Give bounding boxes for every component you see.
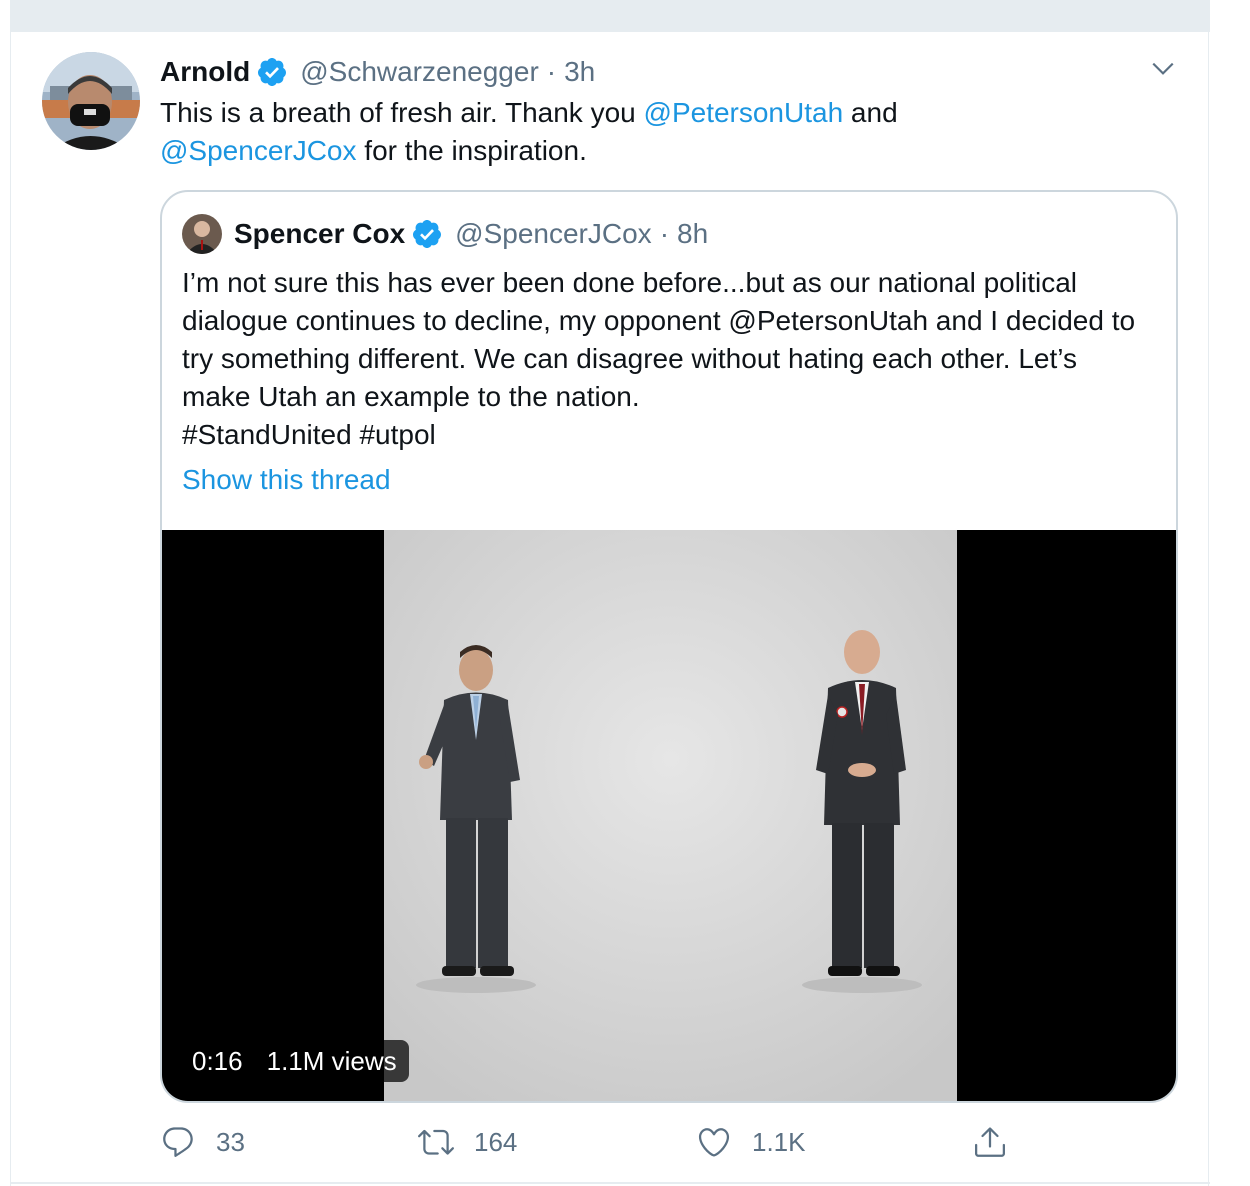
hashtag: #utpol (359, 419, 436, 450)
like-button[interactable]: 1.1K (696, 1122, 806, 1162)
tweet-header: Arnold @Schwarzenegger · 3h (160, 52, 595, 92)
tweet-text-part: for the inspiration. (356, 135, 587, 166)
timeline-divider (10, 0, 1210, 32)
quoted-tweet-header: Spencer Cox @SpencerJCox · 8h (182, 214, 708, 254)
video-views: 1.1M views (266, 1045, 397, 1076)
show-thread-link[interactable]: Show this thread (182, 464, 391, 496)
video-duration: 0:16 (192, 1045, 243, 1076)
retweet-count: 164 (474, 1126, 518, 1157)
retweet-button[interactable]: 164 (418, 1122, 517, 1162)
like-icon (698, 1128, 730, 1157)
separator-dot: · (659, 218, 670, 249)
share-icon (975, 1127, 1005, 1157)
reply-icon (163, 1127, 193, 1157)
mention-link[interactable]: @SpencerJCox (160, 135, 357, 166)
quoted-tweet[interactable]: Spencer Cox @SpencerJCox · 8h I’m not su… (160, 190, 1178, 1103)
like-count: 1.1K (752, 1126, 806, 1157)
chevron-down-icon[interactable] (1150, 56, 1176, 82)
quoted-author-name: Spencer Cox (234, 218, 406, 249)
video-thumbnail (384, 530, 957, 1101)
hashtag: #StandUnited (182, 419, 352, 450)
tweet-timestamp[interactable]: 3h (564, 56, 595, 88)
author-handle[interactable]: @Schwarzenegger (300, 56, 539, 88)
video-player[interactable]: 0:16 1.1M views (162, 530, 1176, 1101)
tweet-text: This is a breath of fresh air. Thank you… (160, 94, 1160, 170)
video-info-badge: 0:16 1.1M views (180, 1040, 409, 1082)
quoted-timestamp: 8h (677, 218, 709, 249)
share-button[interactable] (972, 1122, 1028, 1162)
column-border-left (10, 32, 11, 1186)
tweet-text-part: This is a breath of fresh air. Thank you (160, 97, 644, 128)
tweet-text-part: and (843, 97, 898, 128)
quoted-tweet-text: I’m not sure this has ever been done bef… (182, 264, 1142, 454)
author-avatar[interactable] (42, 52, 140, 150)
quoted-author-handle: @SpencerJCox (455, 218, 652, 249)
separator-dot: · (546, 56, 557, 87)
mention-link[interactable]: @PetersonUtah (644, 97, 844, 128)
verified-badge-icon (258, 58, 287, 86)
reply-button[interactable]: 33 (160, 1122, 245, 1162)
author-name[interactable]: Arnold (160, 56, 250, 88)
retweet-icon (418, 1129, 454, 1155)
tweet-divider (10, 1182, 1210, 1184)
quoted-mention: @PetersonUtah (728, 305, 929, 336)
tweet-actions: 33 164 1.1K (160, 1122, 1060, 1162)
reply-count: 33 (216, 1126, 245, 1157)
column-border-right (1208, 0, 1209, 1186)
quoted-author-avatar (182, 214, 222, 254)
verified-badge-icon (413, 220, 442, 248)
